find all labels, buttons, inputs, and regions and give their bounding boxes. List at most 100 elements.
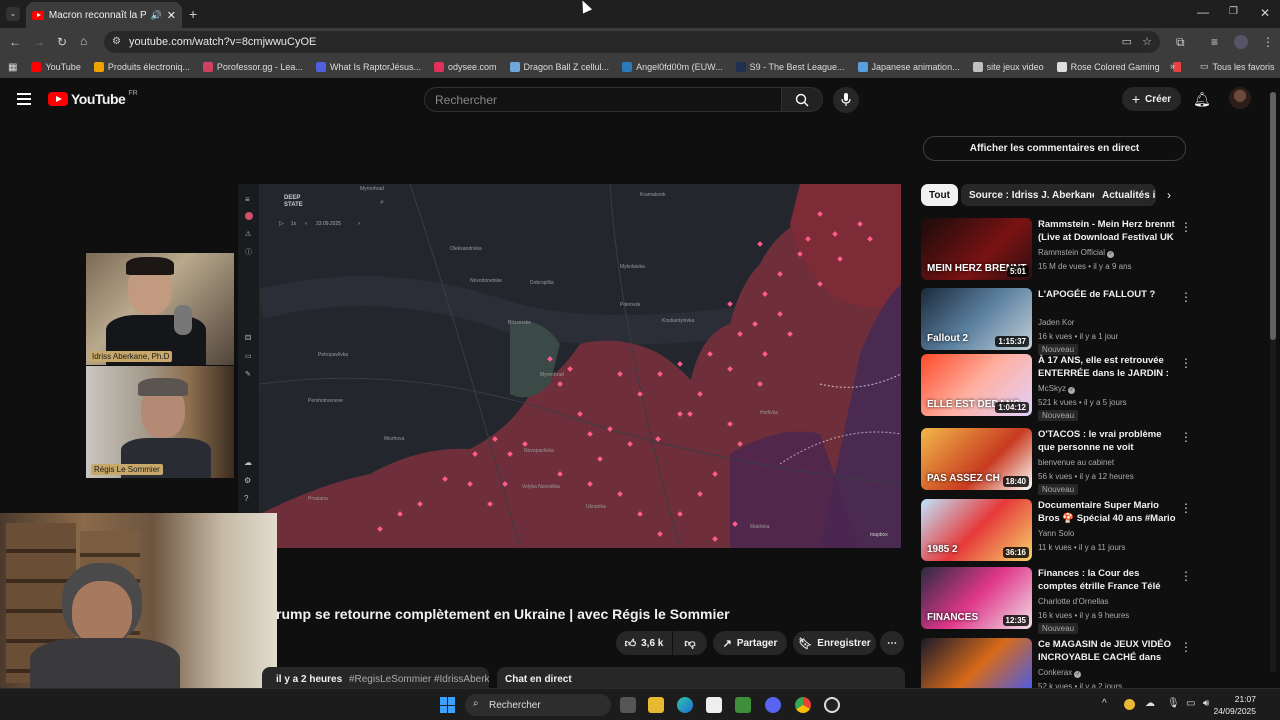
bookmark-item[interactable]: Japanese animation... — [857, 62, 960, 72]
url-input[interactable]: ⚙ youtube.com/watch?v=8cmjwwuCyOE ▭ ☆ — [104, 31, 1160, 53]
video-player[interactable]: ≡ ⚠ ⓘ ⚃ ▭ ✎ ☁ ⚙ ? DEEP STATE 23.09.2025 … — [238, 184, 901, 548]
bookmark-item[interactable]: odysee.com — [433, 62, 497, 72]
recommended-video[interactable]: FINANCES 12:35 Finances : la Cour des comp… — [920, 567, 1200, 634]
volume-icon[interactable]: 🔊︎ — [1203, 698, 1209, 709]
save-button[interactable]: 🔖︎ Enregistrer — [793, 631, 876, 655]
chevron-right-icon[interactable]: › — [1167, 188, 1171, 202]
file-explorer-icon[interactable] — [648, 697, 664, 713]
voice-search-button[interactable] — [833, 87, 859, 113]
bookmark-item[interactable]: Angel0fd00m (EUW... — [622, 62, 723, 72]
share-button[interactable]: ↗ Partager — [713, 631, 787, 655]
map-cloud-icon[interactable]: ☁ — [244, 458, 252, 467]
map-menu-icon[interactable]: ≡ — [245, 195, 250, 204]
bookmark-item[interactable]: What Is RaptorJésus... — [315, 62, 421, 72]
scrollbar[interactable] — [1270, 92, 1276, 672]
bookmark-item[interactable]: Dragon Ball Z cellul... — [509, 62, 609, 72]
discord-icon[interactable] — [765, 697, 781, 713]
chip-news[interactable]: Actualités in — [1094, 184, 1156, 206]
recommended-video[interactable]: ELLE EST DEDANS 1:04:12 À 17 ANS, elle est… — [920, 354, 1200, 421]
recommended-video-title[interactable]: O'TACOS : le vrai problème que personne … — [1038, 428, 1176, 454]
channel-name[interactable]: McSkyz ✓ — [1038, 384, 1076, 394]
youtube-logo[interactable]: YouTube FR — [48, 90, 138, 107]
like-button[interactable]: 👍︎ 3,6 k — [616, 631, 672, 655]
bookmark-item[interactable]: site jeux video — [972, 62, 1044, 72]
recommended-video-title[interactable]: Documentaire Super Mario Bros 🍄 Spécial … — [1038, 499, 1176, 525]
channel-name[interactable]: Yann Solo — [1038, 529, 1074, 538]
show-live-comments-button[interactable]: Afficher les commentaires en direct — [923, 136, 1186, 161]
map-ruler-icon[interactable]: ▭ — [245, 352, 252, 360]
map-layers-icon[interactable]: ⚃ — [245, 334, 251, 342]
map-info-icon[interactable]: ⓘ — [245, 247, 252, 257]
site-info-icon[interactable]: ⚙ — [112, 36, 121, 47]
recommended-video-title[interactable]: Finances : la Cour des comptes étrille F… — [1038, 567, 1176, 593]
hashtags[interactable]: #RegisLeSommier #IdrissAberka — [349, 674, 489, 685]
clock[interactable]: 21:07 24/09/2025 — [1213, 693, 1256, 717]
home-icon[interactable]: ⌂ — [80, 35, 87, 47]
more-options-icon[interactable]: ⋮ — [1180, 356, 1192, 370]
video-thumbnail[interactable]: Fallout 2 1:15:37 — [921, 288, 1032, 350]
recommended-video[interactable]: MEIN HERZ BRENNT 5:01 Rammstein - Mein Her… — [920, 218, 1200, 282]
recommended-video[interactable]: Fallout 2 1:15:37 L'APOGÉE de FALLOUT ? Jad… — [920, 288, 1200, 355]
obs-icon[interactable] — [824, 697, 840, 713]
video-thumbnail[interactable]: PAS ASSEZ CH 18:40 — [921, 428, 1032, 490]
mic-tray-icon[interactable]: 🎙︎ — [1167, 698, 1180, 709]
more-options-icon[interactable]: ⋮ — [1180, 501, 1192, 515]
back-icon[interactable]: ← — [9, 36, 21, 48]
network-icon[interactable]: ▭ — [1186, 698, 1195, 709]
minecraft-icon[interactable] — [735, 697, 751, 713]
bookmark-item[interactable]: YouTube — [31, 62, 81, 72]
edge-icon[interactable] — [677, 697, 693, 713]
tab-close-icon[interactable]: ✕ — [167, 9, 176, 22]
tray-chevron-icon[interactable]: ^ — [1102, 698, 1107, 709]
video-thumbnail[interactable]: 1985 2 36:16 — [921, 499, 1032, 561]
more-options-icon[interactable]: ⋮ — [1180, 220, 1192, 234]
search-input[interactable]: Rechercher — [424, 87, 782, 112]
windows-start-icon[interactable] — [440, 697, 456, 713]
video-thumbnail[interactable]: FINANCES 12:35 — [921, 567, 1032, 629]
onedrive-icon[interactable]: ☁ — [1145, 698, 1155, 709]
map-flag-icon[interactable] — [245, 212, 253, 220]
bookmark-item[interactable]: S9 - The Best League... — [735, 62, 845, 72]
chip-source[interactable]: Source : Idriss J. Aberkane — [961, 184, 1106, 206]
taskbar-search[interactable]: ⌕ Rechercher — [465, 694, 611, 716]
apps-icon[interactable]: ▦ — [8, 62, 17, 73]
channel-name[interactable]: Jaden Kor — [1038, 318, 1074, 327]
search-button[interactable] — [781, 87, 823, 112]
extensions-icon[interactable]: ⧉ — [1176, 36, 1185, 48]
recommended-video-title[interactable]: Ce MAGASIN de JEUX VIDÉO INCROYABLE CACH… — [1038, 638, 1176, 664]
store-icon[interactable] — [706, 697, 722, 713]
channel-name[interactable]: bienvenue au cabinet — [1038, 458, 1114, 467]
channel-name[interactable]: Rammstein Official ✓ — [1038, 248, 1115, 258]
media-icon[interactable]: ≡ — [1211, 36, 1218, 48]
notifications-icon[interactable]: 🔔︎ — [1193, 91, 1211, 108]
bookmark-item[interactable]: Rose Colored Gaming — [1056, 62, 1160, 72]
recommended-video-title[interactable]: L'APOGÉE de FALLOUT ? — [1038, 288, 1176, 301]
close-window-icon[interactable]: ✕ — [1260, 7, 1270, 19]
account-avatar[interactable] — [1229, 87, 1251, 109]
restore-icon[interactable]: ❐ — [1229, 7, 1238, 17]
bookmark-item[interactable]: Produits électroniq... — [93, 62, 190, 72]
bookmark-star-icon[interactable]: ☆ — [1142, 35, 1152, 48]
more-options-icon[interactable]: ⋮ — [1180, 430, 1192, 444]
map-settings-icon[interactable]: ⚙ — [244, 476, 251, 485]
channel-name[interactable]: Charlotte d'Ornellas — [1038, 597, 1108, 606]
recommended-video[interactable]: PAS ASSEZ CH 18:40 O'TACOS : le vrai probl… — [920, 428, 1200, 495]
video-thumbnail[interactable]: ELLE EST DEDANS 1:04:12 — [921, 354, 1032, 416]
profile-avatar[interactable] — [1234, 35, 1248, 49]
bookmarks-overflow-icon[interactable]: » — [1170, 61, 1175, 71]
channel-name[interactable]: Conkerax ✓ — [1038, 668, 1082, 678]
map-draw-icon[interactable]: ✎ — [245, 370, 251, 378]
chrome-icon[interactable] — [795, 697, 811, 713]
more-actions-button[interactable]: ⋯ — [880, 631, 904, 655]
audio-icon[interactable]: 🔊 — [151, 10, 162, 21]
recommended-video-title[interactable]: Rammstein - Mein Herz brennt (Live at Do… — [1038, 218, 1176, 244]
chip-all[interactable]: Tout — [921, 184, 958, 206]
menu-icon[interactable]: ⋮ — [1262, 36, 1274, 48]
more-options-icon[interactable]: ⋮ — [1180, 290, 1192, 304]
map-alert-icon[interactable]: ⚠ — [245, 230, 251, 238]
recommended-video[interactable]: 1985 2 36:16 Documentaire Super Mario Bros… — [920, 499, 1200, 563]
all-bookmarks[interactable]: ▭ Tous les favoris — [1200, 61, 1275, 72]
dislike-button[interactable]: 👎︎ — [673, 631, 707, 655]
tray-app-icon[interactable] — [1124, 699, 1135, 710]
guide-menu-icon[interactable] — [17, 93, 31, 105]
